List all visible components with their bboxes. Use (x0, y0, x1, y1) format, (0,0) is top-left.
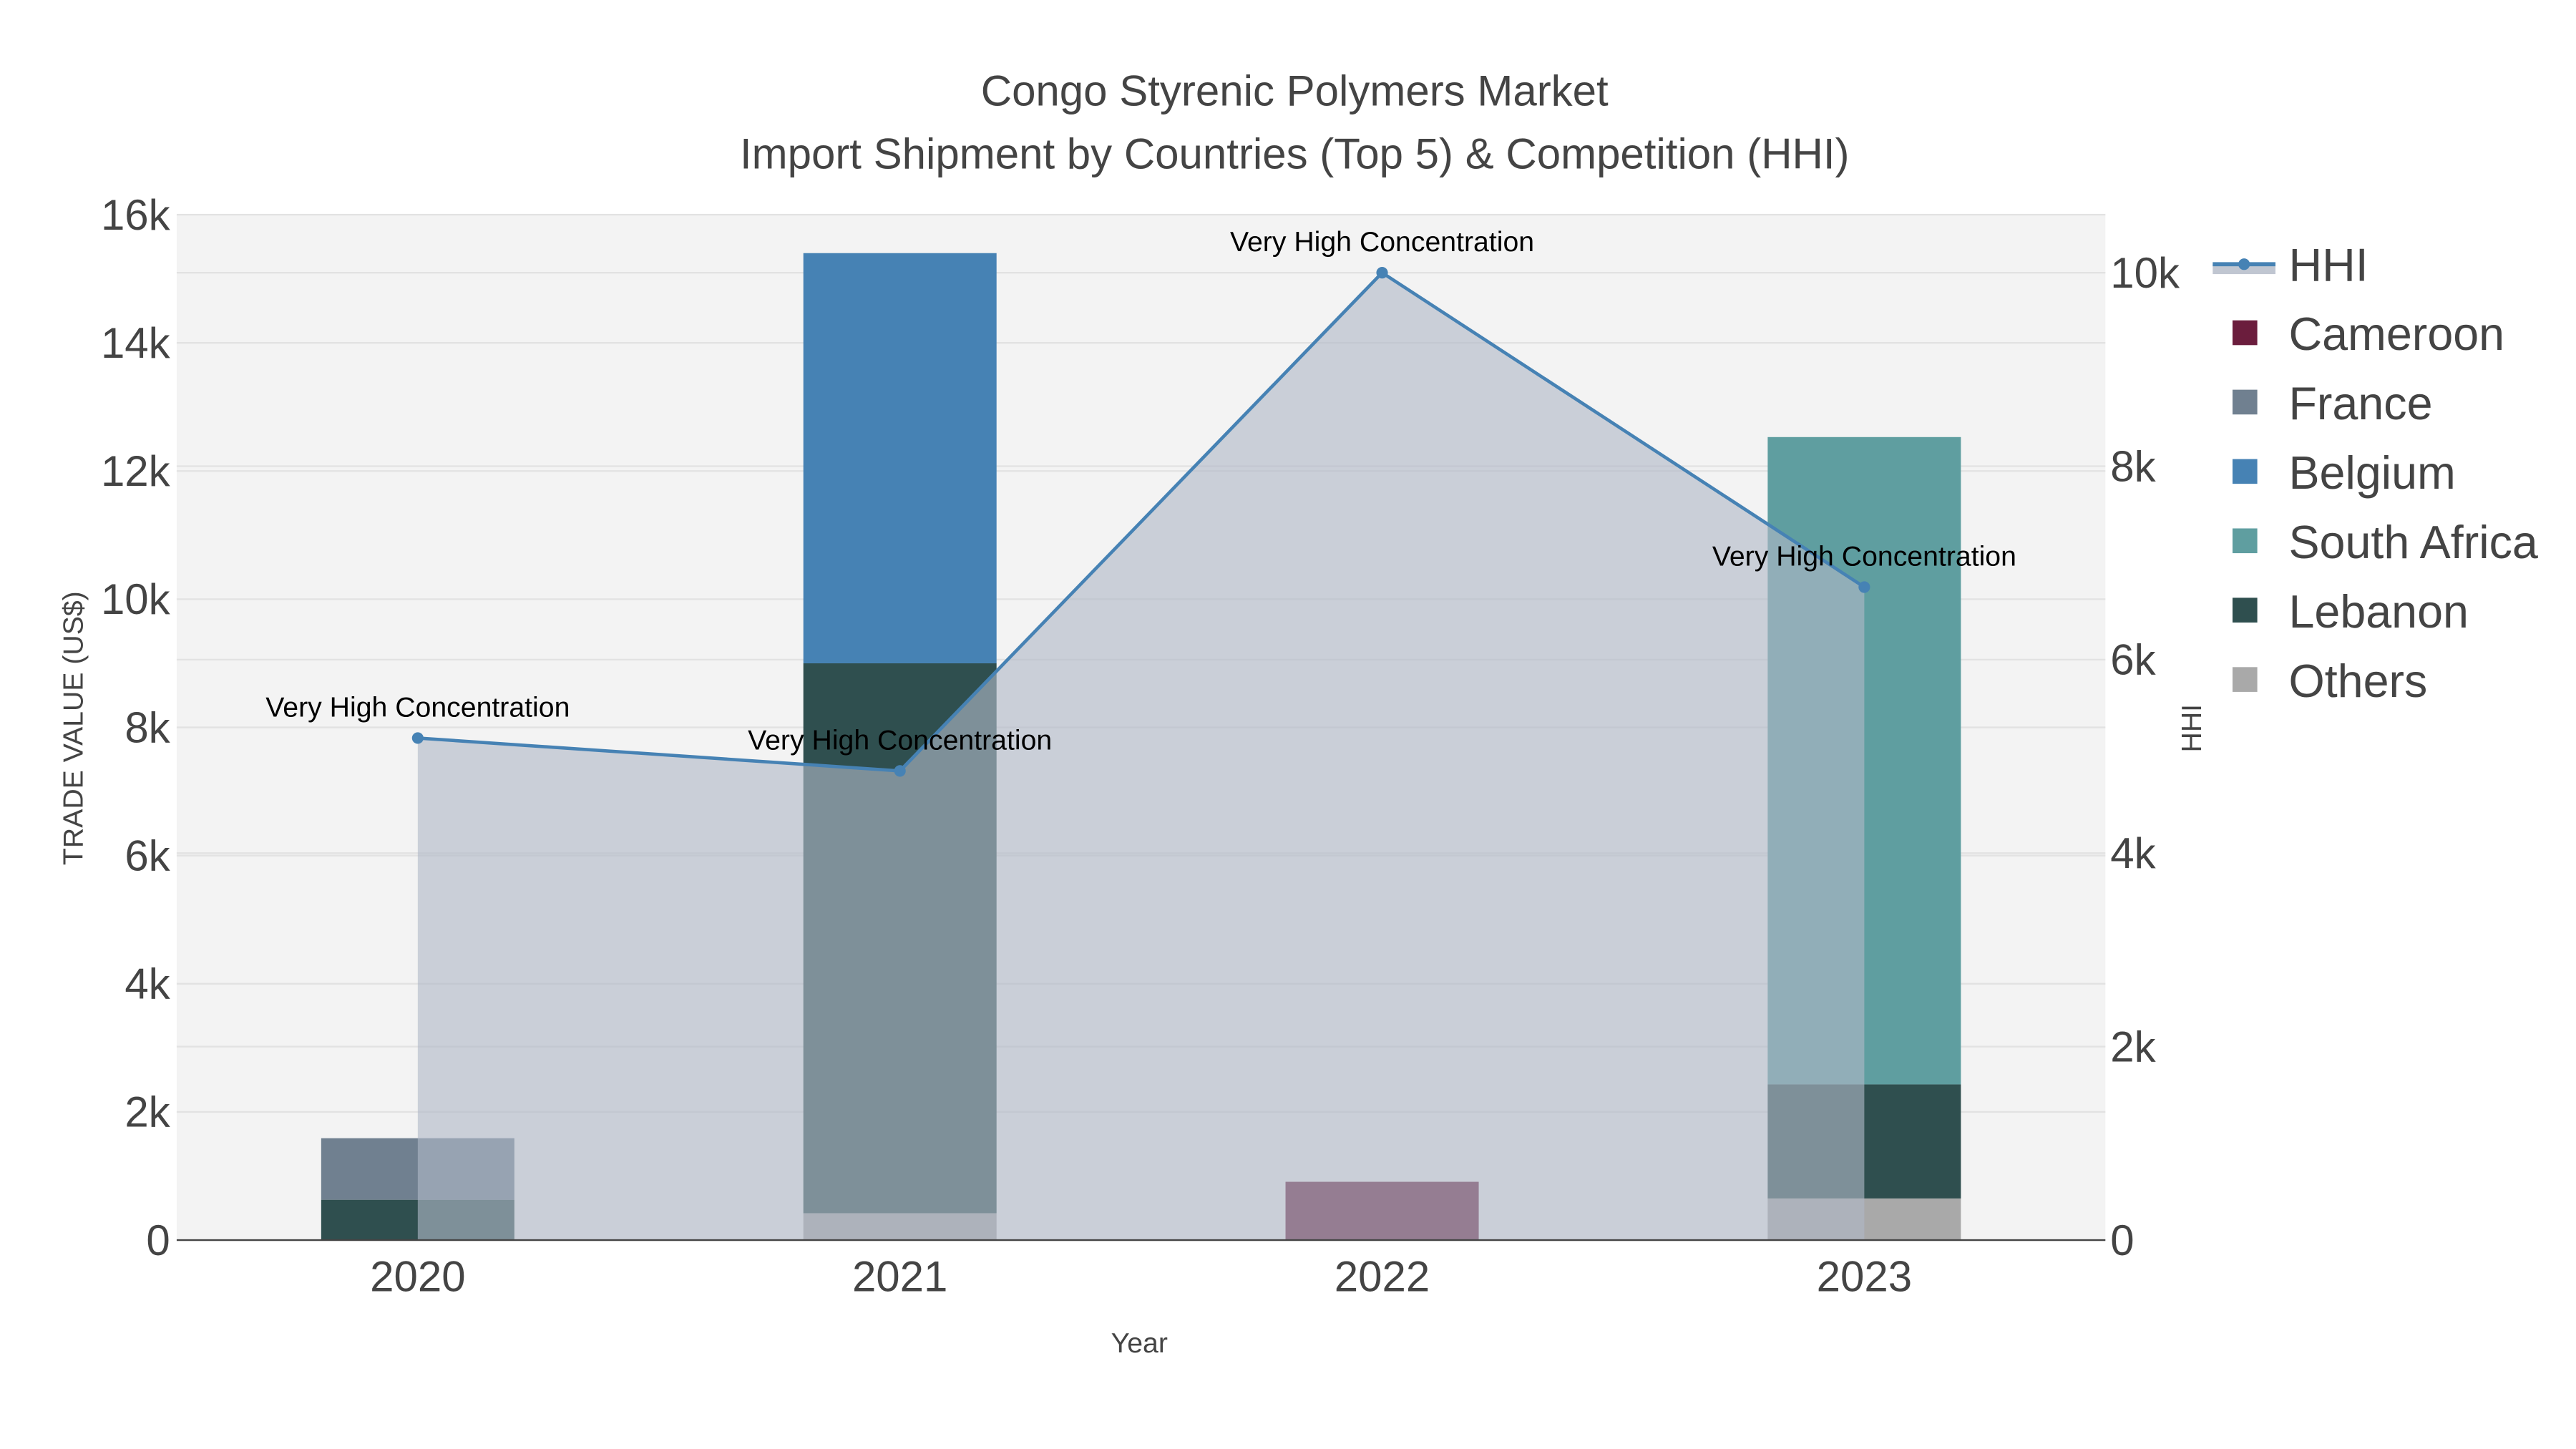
hhi-annotation: Very High Concentration (748, 724, 1052, 756)
y2-axis-title: HHI (2176, 704, 2207, 753)
hhi-point-2022 (1376, 267, 1388, 279)
hhi-point-2021 (894, 765, 906, 777)
legend-label: South Africa (2288, 517, 2537, 568)
y2-tick-label: 6k (2110, 636, 2156, 684)
legend-swatch-lebanon (2233, 597, 2258, 623)
legend-label: HHI (2288, 239, 2368, 291)
y-tick-label: 8k (125, 703, 170, 751)
y-tick-label: 0 (146, 1216, 170, 1264)
y2-tick-label: 4k (2110, 829, 2156, 877)
y2-tick-label: 0 (2110, 1216, 2134, 1264)
chart-title-line2: Import Shipment by Countries (Top 5) & C… (740, 130, 1850, 177)
hhi-point-2020 (411, 732, 424, 744)
hhi-annotation: Very High Concentration (265, 691, 570, 723)
legend-label: Cameroon (2288, 308, 2504, 360)
x-tick-label: 2023 (1817, 1253, 1912, 1301)
y2-tick-label: 8k (2110, 442, 2156, 490)
y-tick-label: 6k (125, 831, 170, 879)
y-tick-label: 14k (101, 319, 171, 367)
y-axis-title: TRADE VALUE (US$) (57, 591, 89, 865)
y-tick-label: 12k (101, 447, 171, 495)
hhi-point-2023 (1858, 581, 1870, 593)
legend-label: Belgium (2288, 447, 2455, 499)
legend-swatch-others (2233, 667, 2258, 692)
legend-label: Lebanon (2288, 586, 2469, 638)
legend-swatch-cameroon (2233, 320, 2258, 346)
y-tick-label: 2k (125, 1088, 170, 1136)
chart-title-line1: Congo Styrenic Polymers Market (981, 67, 1609, 115)
y-tick-label: 16k (101, 191, 171, 239)
x-axis-title: Year (1111, 1327, 1168, 1359)
y2-tick-label: 10k (2110, 249, 2180, 297)
legend-swatch-south-africa (2233, 528, 2258, 554)
legend-swatch-france (2233, 389, 2258, 415)
y-tick-label: 10k (101, 575, 171, 623)
x-tick-label: 2020 (370, 1253, 465, 1301)
legend-hhi-marker (2238, 258, 2250, 270)
legend-swatch-belgium (2233, 459, 2258, 484)
legend-label: France (2288, 378, 2432, 429)
x-tick-label: 2022 (1335, 1253, 1430, 1301)
x-tick-label: 2021 (852, 1253, 947, 1301)
bar-belgium-2021 (803, 253, 997, 663)
hhi-annotation: Very High Concentration (1712, 541, 2016, 572)
legend-label: Others (2288, 655, 2427, 707)
hhi-annotation: Very High Concentration (1230, 226, 1534, 258)
chart: Very High Concentration Very High Concent… (57, 67, 2538, 1359)
y2-tick-label: 2k (2110, 1023, 2156, 1070)
y-tick-label: 4k (125, 960, 170, 1008)
